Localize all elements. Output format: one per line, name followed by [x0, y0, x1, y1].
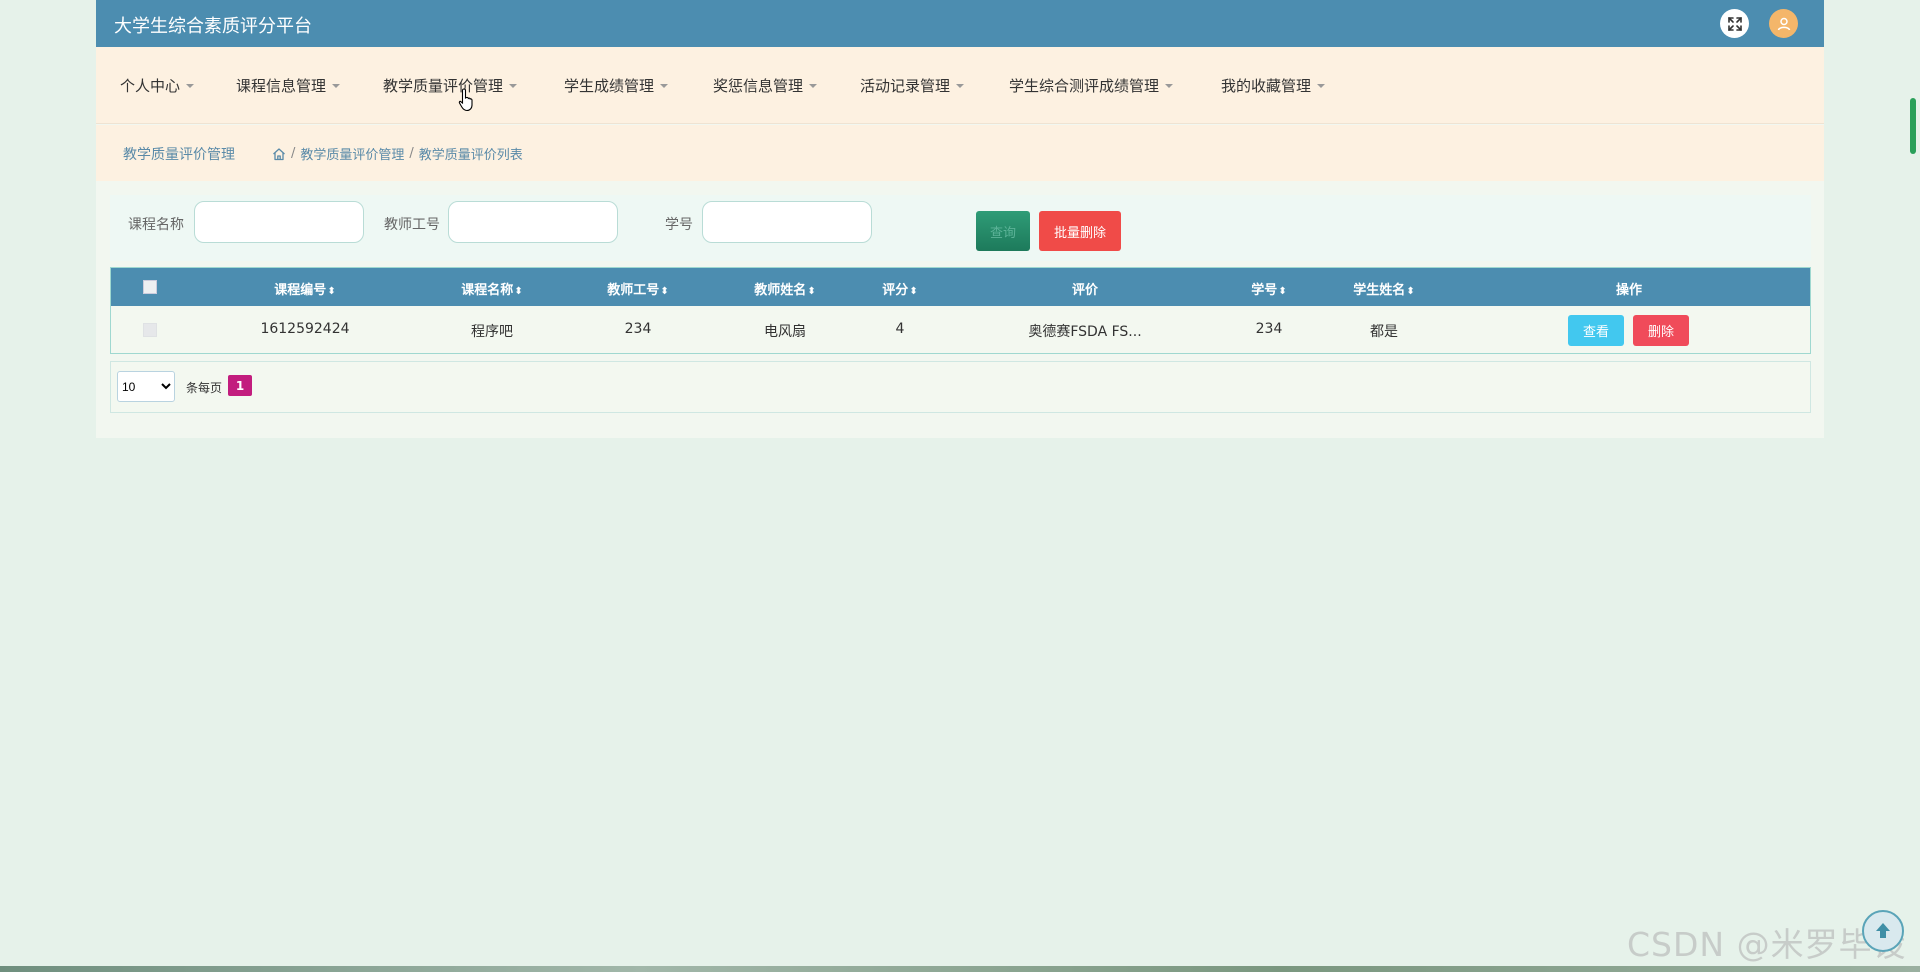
back-to-top-button[interactable] [1862, 910, 1904, 952]
th-student-name[interactable]: 学生姓名⬍ [1353, 279, 1414, 298]
sort-icon: ⬍ [1406, 286, 1415, 297]
th-label: 学号 [1251, 283, 1278, 298]
th-label: 教师姓名 [754, 283, 807, 298]
sort-icon: ⬍ [327, 286, 336, 297]
nav-label: 教学质量评价管理 [383, 77, 504, 95]
nav-label: 学生成绩管理 [564, 77, 655, 95]
caret-down-icon [509, 83, 518, 88]
main-nav: 个人中心 课程信息管理 教学质量评价管理 学生成绩管理 奖惩信息管理 活动记录管… [96, 47, 1824, 124]
pagination: 10 条每页 1 [110, 361, 1811, 413]
nav-label: 我的收藏管理 [1221, 77, 1312, 95]
th-label: 课程名称 [461, 283, 514, 298]
breadcrumb-link-evaluation-management[interactable]: 教学质量评价管理 [300, 144, 404, 163]
table-row: 1612592424 程序吧 234 电风扇 4 奥德赛FSDA FS... 2… [111, 306, 1810, 353]
sort-icon: ⬍ [909, 286, 918, 297]
user-icon [1777, 17, 1790, 30]
cell-student-id: 234 [1255, 321, 1283, 337]
nav-item-personal-center[interactable]: 个人中心 [120, 75, 195, 96]
top-header: 大学生综合素质评分平台 [96, 0, 1824, 47]
th-label: 评分 [882, 283, 909, 298]
arrow-up-icon [1876, 923, 1890, 938]
sort-icon: ⬍ [660, 286, 669, 297]
breadcrumb-separator: / [291, 146, 296, 161]
course-name-label: 课程名称 [128, 217, 184, 233]
sort-icon: ⬍ [1278, 286, 1287, 297]
course-name-input[interactable] [194, 201, 364, 243]
breadcrumb: / 教学质量评价管理 / 教学质量评价列表 [272, 144, 523, 163]
th-label: 学生姓名 [1353, 283, 1406, 298]
page-number-current[interactable]: 1 [228, 375, 252, 396]
cell-teacher-name: 电风扇 [764, 324, 806, 340]
caret-down-icon [332, 83, 341, 88]
data-table: 课程编号⬍ 课程名称⬍ 教师工号⬍ 教师姓名⬍ 评分⬍ 评价 学号⬍ 学生姓名⬍… [110, 267, 1811, 354]
nav-item-rewards-penalties[interactable]: 奖惩信息管理 [713, 75, 818, 96]
cell-teacher-id: 234 [624, 321, 652, 337]
cell-course-code: 1612592424 [260, 321, 350, 337]
nav-item-my-favorites[interactable]: 我的收藏管理 [1221, 75, 1326, 96]
student-id-input[interactable] [702, 201, 872, 243]
table-header: 课程编号⬍ 课程名称⬍ 教师工号⬍ 教师姓名⬍ 评分⬍ 评价 学号⬍ 学生姓名⬍… [111, 268, 1810, 306]
view-button[interactable]: 查看 [1568, 315, 1624, 346]
nav-item-activity-records[interactable]: 活动记录管理 [860, 75, 965, 96]
expand-icon [1727, 16, 1742, 31]
nav-label: 个人中心 [120, 77, 181, 95]
th-label: 教师工号 [607, 283, 660, 298]
fullscreen-button[interactable] [1720, 9, 1749, 38]
page-size-select[interactable]: 10 [117, 371, 175, 402]
per-page-label: 条每页 [186, 381, 223, 395]
breadcrumb-bar: 教学质量评价管理 / 教学质量评价管理 / 教学质量评价列表 [96, 125, 1824, 181]
nav-label: 活动记录管理 [860, 77, 951, 95]
th-course-name[interactable]: 课程名称⬍ [461, 279, 522, 298]
cell-course-name: 程序吧 [471, 324, 513, 340]
th-label: 课程编号 [274, 283, 327, 298]
teacher-id-input[interactable] [448, 201, 618, 243]
batch-delete-button[interactable]: 批量删除 [1039, 211, 1121, 251]
caret-down-icon [956, 83, 965, 88]
cell-evaluation: 奥德赛FSDA FS... [1028, 324, 1142, 340]
user-avatar-button[interactable] [1769, 9, 1798, 38]
nav-item-course-info[interactable]: 课程信息管理 [236, 75, 341, 96]
cell-score: 4 [895, 321, 905, 337]
breadcrumb-current: 教学质量评价列表 [418, 148, 523, 163]
nav-item-teaching-evaluation[interactable]: 教学质量评价管理 [383, 75, 518, 96]
page-title: 教学质量评价管理 [123, 147, 235, 163]
th-score[interactable]: 评分⬍ [882, 279, 917, 298]
search-button[interactable]: 查询 [976, 211, 1030, 251]
caret-down-icon [660, 83, 669, 88]
search-form: 课程名称 教师工号 学号 查询 批量删除 [110, 195, 1811, 261]
mouse-pointer-icon [458, 88, 473, 112]
os-taskbar [0, 966, 1920, 972]
nav-label: 学生综合测评成绩管理 [1009, 77, 1160, 95]
page-scrollbar[interactable] [1910, 98, 1916, 154]
nav-label: 课程信息管理 [236, 77, 327, 95]
student-id-label: 学号 [665, 217, 693, 233]
app-title: 大学生综合素质评分平台 [114, 16, 312, 37]
sort-icon: ⬍ [514, 286, 523, 297]
th-evaluation: 评价 [1071, 283, 1099, 298]
home-icon[interactable] [272, 147, 286, 161]
delete-button[interactable]: 删除 [1633, 315, 1689, 346]
nav-item-student-grades[interactable]: 学生成绩管理 [564, 75, 669, 96]
th-student-id[interactable]: 学号⬍ [1251, 279, 1286, 298]
teacher-id-label: 教师工号 [384, 217, 440, 233]
th-teacher-name[interactable]: 教师姓名⬍ [754, 279, 815, 298]
sort-icon: ⬍ [807, 286, 816, 297]
caret-down-icon [1165, 83, 1174, 88]
th-course-code[interactable]: 课程编号⬍ [274, 279, 335, 298]
nav-label: 奖惩信息管理 [713, 77, 804, 95]
app-container: 大学生综合素质评分平台 个人中心 课程信息管理 教学质量评价管理 学生成绩管理 … [96, 0, 1824, 438]
th-teacher-id[interactable]: 教师工号⬍ [607, 279, 668, 298]
th-actions: 操作 [1615, 283, 1643, 298]
nav-item-comprehensive-scores[interactable]: 学生综合测评成绩管理 [1009, 75, 1174, 96]
row-checkbox[interactable] [143, 323, 157, 337]
breadcrumb-separator: / [409, 146, 414, 161]
select-all-checkbox[interactable] [143, 280, 157, 294]
caret-down-icon [1317, 83, 1326, 88]
cell-student-name: 都是 [1370, 324, 1398, 340]
caret-down-icon [186, 83, 195, 88]
caret-down-icon [809, 83, 818, 88]
